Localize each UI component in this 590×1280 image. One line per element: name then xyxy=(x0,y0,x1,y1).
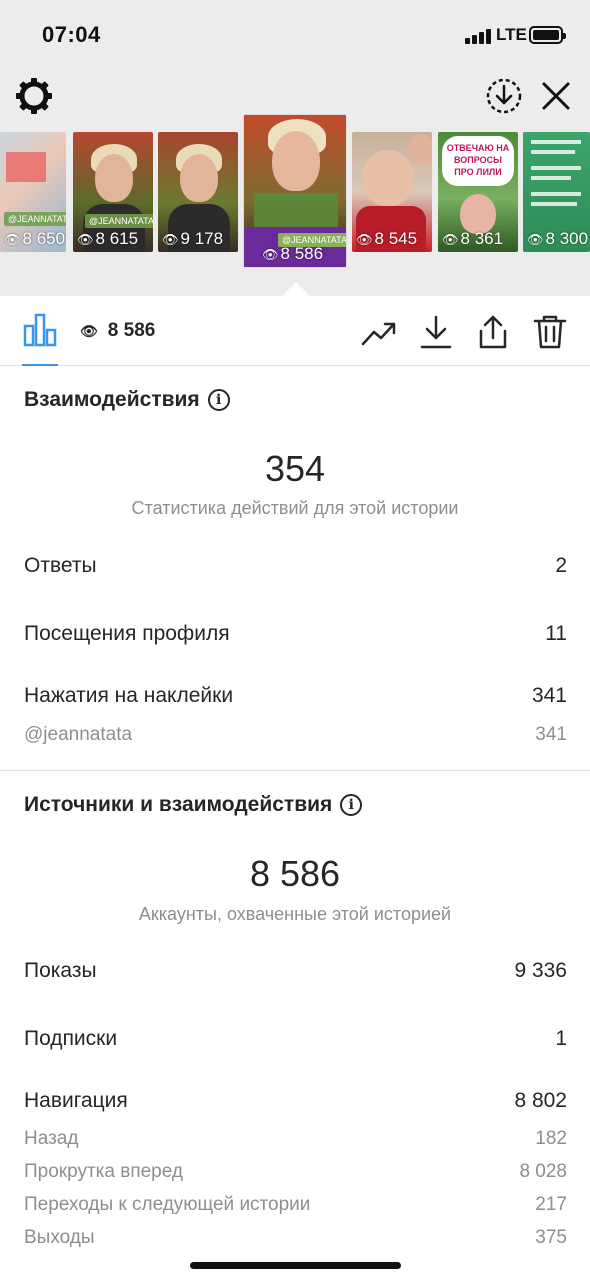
metric-row: Навигация 8 802 xyxy=(24,1089,567,1112)
metric-row: Посещения профиля 11 xyxy=(24,622,567,645)
story-views: 👁 8 361 xyxy=(442,229,504,248)
download-circle-icon[interactable] xyxy=(484,76,524,116)
story-header: 07:04 LTE @JEANNATATA xyxy=(0,0,590,296)
section-title: Взаимодействия i xyxy=(24,388,230,412)
interactions-caption: Статистика действий для этой истории xyxy=(131,498,459,518)
bar-chart-icon xyxy=(23,313,57,347)
trash-icon[interactable] xyxy=(532,314,568,350)
story-tag: @JEANNATATA xyxy=(4,212,66,226)
status-time: 07:04 xyxy=(42,22,101,47)
signal-icon xyxy=(465,28,493,44)
close-icon[interactable] xyxy=(538,78,574,114)
story-views: 👁 8 650 xyxy=(4,229,66,248)
metric-subrow: Назад 182 xyxy=(24,1128,567,1149)
metric-row: Подписки 1 xyxy=(24,1027,567,1050)
story-views: 👁 8 545 xyxy=(356,229,418,248)
battery-icon xyxy=(529,26,566,44)
interactions-section: Взаимодействия i 354 Статистика действий … xyxy=(0,366,590,770)
story-views: 👁 9 178 xyxy=(162,229,224,248)
story-thumbnail[interactable]: ОТВЕЧАЮ НА ВОПРОСЫ ПРО ЛИЛИ 👁 8 361 xyxy=(438,132,518,252)
info-icon[interactable]: i xyxy=(340,794,363,816)
metric-row: Показы 9 336 xyxy=(24,959,567,982)
discovery-total: 8 586 xyxy=(249,853,341,894)
active-story-pointer xyxy=(282,282,310,296)
settings-icon[interactable] xyxy=(14,76,54,116)
story-thumbnail[interactable]: 👁 9 178 xyxy=(158,132,238,252)
eye-icon: 👁 xyxy=(80,323,98,339)
info-icon[interactable]: i xyxy=(207,389,230,411)
share-icon[interactable] xyxy=(475,314,511,350)
story-views: 👁 8 615 xyxy=(77,229,139,248)
insights-tab[interactable] xyxy=(22,312,58,366)
section-title: Источники и взаимодействия i xyxy=(24,793,363,817)
metric-subrow: @jeannatata 341 xyxy=(24,724,567,745)
insights-toolbar: 👁 8 586 xyxy=(0,296,590,366)
home-indicator[interactable] xyxy=(190,1262,401,1269)
story-thumbnail[interactable]: 👁 8 300 xyxy=(523,132,590,252)
interactions-total: 354 xyxy=(264,448,326,489)
discovery-section: Источники и взаимодействия i 8 586 Аккаун… xyxy=(0,771,590,1251)
story-tag: ОТВЕЧАЮ НА ВОПРОСЫ ПРО ЛИЛИ xyxy=(446,143,510,177)
story-thumbnail-active[interactable]: @JEANNATATA 👁 8 586 xyxy=(243,114,347,268)
story-views: 👁 8 300 xyxy=(527,229,589,248)
story-tag: @JEANNATATA xyxy=(85,214,153,228)
story-thumbnail[interactable]: @JEANNATATA 👁 8 615 xyxy=(73,132,153,252)
story-thumbnail[interactable]: @JEANNATATA 👁8 650 xyxy=(0,132,66,252)
story-views: 👁 8 586 xyxy=(262,244,324,263)
network-label: LTE xyxy=(496,25,527,44)
metric-row: Нажатия на наклейки 341 xyxy=(24,684,567,707)
status-bar: 07:04 LTE xyxy=(0,0,590,70)
download-icon[interactable] xyxy=(418,314,454,350)
views-count: 👁 8 586 xyxy=(80,320,156,341)
metric-subrow: Прокрутка вперед 8 028 xyxy=(24,1161,567,1182)
metric-row: Ответы 2 xyxy=(24,554,567,577)
metric-subrow: Переходы к следующей истории 217 xyxy=(24,1194,567,1215)
story-thumbnail[interactable]: 👁 8 545 xyxy=(352,132,432,252)
trending-icon[interactable] xyxy=(361,314,397,350)
discovery-caption: Аккаунты, охваченные этой историей xyxy=(138,904,452,924)
metric-subrow: Выходы 375 xyxy=(24,1227,567,1248)
